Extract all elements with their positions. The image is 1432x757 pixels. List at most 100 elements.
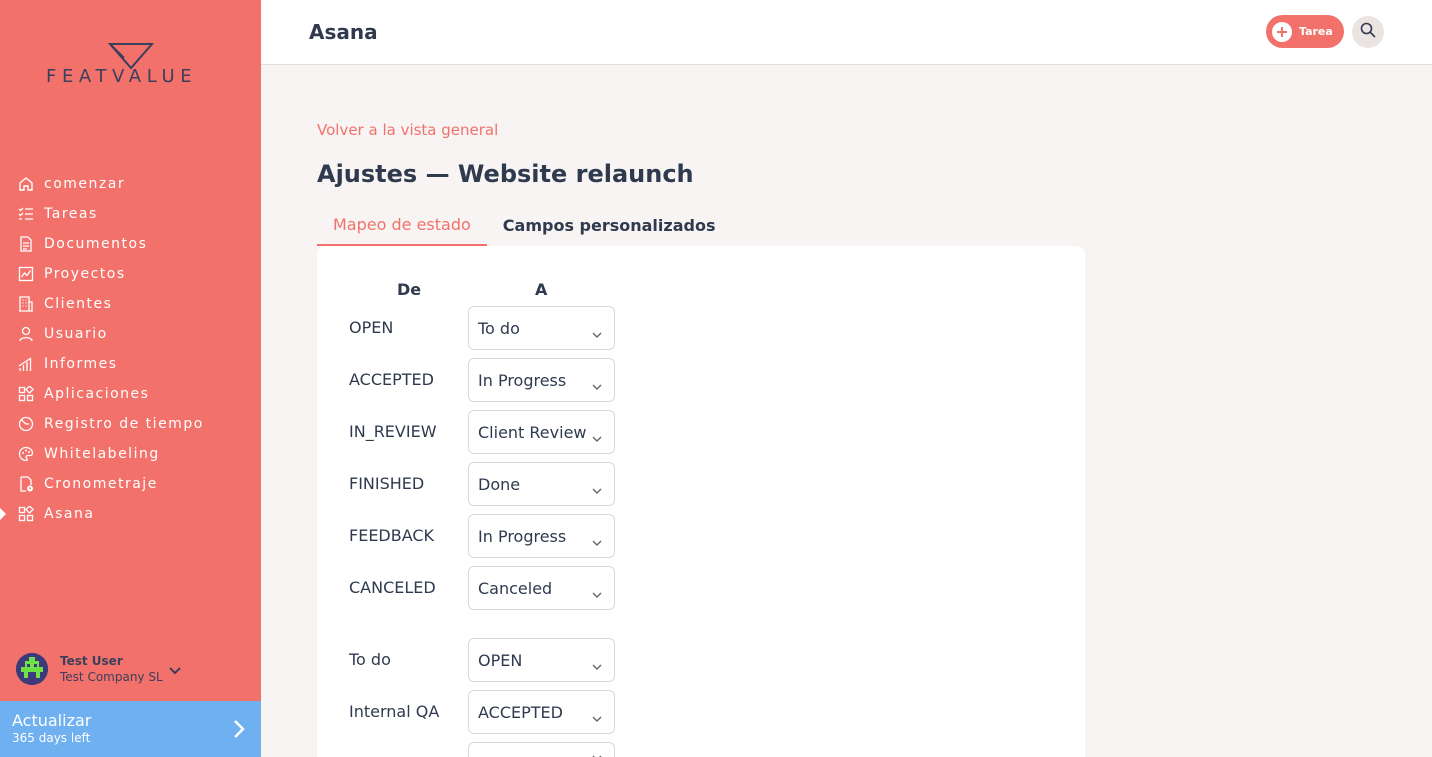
chevron-down-icon	[592, 480, 602, 499]
chart-icon	[17, 265, 35, 283]
sidebar-item-label: Whitelabeling	[44, 446, 160, 462]
select-value: In Progress	[478, 527, 567, 546]
sidebar-item-whitelabeling[interactable]: Whitelabeling	[0, 439, 261, 469]
user-company: Test Company SL	[60, 669, 163, 684]
avatar	[16, 653, 48, 685]
select-value: Done	[478, 475, 521, 494]
tab-custom-fields[interactable]: Campos personalizados	[487, 204, 732, 246]
plus-icon	[1272, 21, 1292, 42]
select-value: Client Review	[478, 423, 587, 442]
sidebar-item-label: Aplicaciones	[44, 386, 150, 402]
sidebar-item-label: Cronometraje	[44, 476, 158, 492]
search-button[interactable]	[1352, 16, 1384, 48]
chevron-down-icon	[592, 376, 602, 395]
clock-icon	[17, 415, 35, 433]
chevron-down-icon	[592, 324, 602, 343]
sidebar-item-cronometraje[interactable]: Cronometraje	[0, 469, 261, 499]
sidebar: FEATVALUE comenzar Tareas Documentos Pro…	[0, 0, 261, 757]
mapping-from-label: OPEN	[349, 318, 394, 337]
sidebar-item-label: Documentos	[44, 236, 148, 252]
document-icon	[17, 235, 35, 253]
timer-icon	[17, 475, 35, 493]
sidebar-item-tareas[interactable]: Tareas	[0, 199, 261, 229]
sidebar-item-proyectos[interactable]: Proyectos	[0, 259, 261, 289]
sidebar-item-label: Proyectos	[44, 266, 126, 282]
sidebar-item-usuario[interactable]: Usuario	[0, 319, 261, 349]
active-indicator	[0, 508, 6, 520]
chevron-down-icon	[592, 708, 602, 727]
status-select[interactable]: ACCEPTED	[468, 690, 615, 734]
status-select[interactable]: To do	[468, 306, 615, 350]
mapping-from-label: ACCEPTED	[349, 370, 434, 389]
chevron-down-icon[interactable]	[168, 660, 181, 679]
sidebar-item-comenzar[interactable]: comenzar	[0, 169, 261, 199]
settings-tabs: Mapeo de estado Campos personalizados	[317, 204, 731, 246]
checklist-icon	[17, 205, 35, 223]
signal-bars-icon	[17, 355, 35, 373]
mapping-from-label: To do	[349, 650, 391, 669]
status-select[interactable]: OPEN	[468, 638, 615, 682]
mapping-from-label: FINISHED	[349, 474, 425, 493]
sidebar-item-informes[interactable]: Informes	[0, 349, 261, 379]
select-value: Canceled	[478, 579, 553, 598]
sidebar-item-label: Registro de tiempo	[44, 416, 204, 432]
upgrade-title: Actualizar	[12, 711, 92, 730]
sidebar-item-documentos[interactable]: Documentos	[0, 229, 261, 259]
status-select[interactable]: Done	[468, 462, 615, 506]
mapping-card	[317, 246, 1085, 757]
sidebar-item-label: Usuario	[44, 326, 108, 342]
palette-icon	[17, 445, 35, 463]
search-icon	[1360, 22, 1376, 42]
column-header-to: A	[535, 280, 548, 299]
page-title: Ajustes — Website relaunch	[317, 160, 694, 188]
chevron-down-icon	[592, 656, 602, 675]
sidebar-item-asana[interactable]: Asana	[0, 499, 261, 529]
top-header: Asana Tarea	[261, 0, 1432, 65]
sidebar-item-aplicaciones[interactable]: Aplicaciones	[0, 379, 261, 409]
sidebar-item-label: Clientes	[44, 296, 113, 312]
sidebar-item-clientes[interactable]: Clientes	[0, 289, 261, 319]
upgrade-button[interactable]: Actualizar 365 days left	[0, 701, 261, 757]
sidebar-item-label: Asana	[44, 506, 95, 522]
chevron-down-icon	[592, 747, 602, 757]
sidebar-item-label: Informes	[44, 356, 118, 372]
page-header-title: Asana	[309, 20, 378, 44]
status-select[interactable]: In Progress	[468, 358, 615, 402]
featvalue-logo[interactable]: FEATVALUE	[46, 42, 216, 88]
logo-text: FEATVALUE	[46, 66, 198, 87]
select-value: OPEN	[478, 651, 523, 670]
select-value: To do	[478, 319, 520, 338]
column-header-from: De	[397, 280, 422, 299]
select-value: In Progress	[478, 371, 567, 390]
user-info: Test User Test Company SL	[60, 654, 163, 685]
back-to-overview-link[interactable]: Volver a la vista general	[317, 121, 498, 139]
building-icon	[17, 295, 35, 313]
chevron-right-icon	[233, 719, 245, 743]
chevron-down-icon	[592, 532, 602, 551]
upgrade-days-left: 365 days left	[12, 731, 91, 745]
sidebar-nav: comenzar Tareas Documentos Proyectos Cli…	[0, 169, 261, 529]
chevron-down-icon	[592, 584, 602, 603]
add-task-button[interactable]: Tarea	[1266, 15, 1344, 48]
add-task-label: Tarea	[1299, 25, 1333, 38]
sidebar-item-registro-de-tiempo[interactable]: Registro de tiempo	[0, 409, 261, 439]
sidebar-item-label: Tareas	[44, 206, 98, 222]
user-name: Test User	[60, 653, 123, 668]
status-select[interactable]	[468, 742, 615, 757]
mapping-from-label: FEEDBACK	[349, 526, 435, 545]
mapping-from-label: IN_REVIEW	[349, 422, 437, 441]
select-value: ACCEPTED	[478, 703, 563, 722]
status-select[interactable]: Canceled	[468, 566, 615, 610]
mapping-from-label: Internal QA	[349, 702, 440, 721]
chevron-down-icon	[592, 428, 602, 447]
apps-grid-icon	[17, 505, 35, 523]
home-icon	[17, 175, 35, 193]
status-select[interactable]: In Progress	[468, 514, 615, 558]
user-icon	[17, 325, 35, 343]
user-profile[interactable]: Test User Test Company SL	[16, 652, 246, 686]
tab-status-mapping[interactable]: Mapeo de estado	[317, 204, 487, 246]
apps-grid-icon	[17, 385, 35, 403]
sidebar-item-label: comenzar	[44, 176, 126, 192]
status-select[interactable]: Client Review	[468, 410, 615, 454]
mapping-from-label: CANCELED	[349, 578, 436, 597]
